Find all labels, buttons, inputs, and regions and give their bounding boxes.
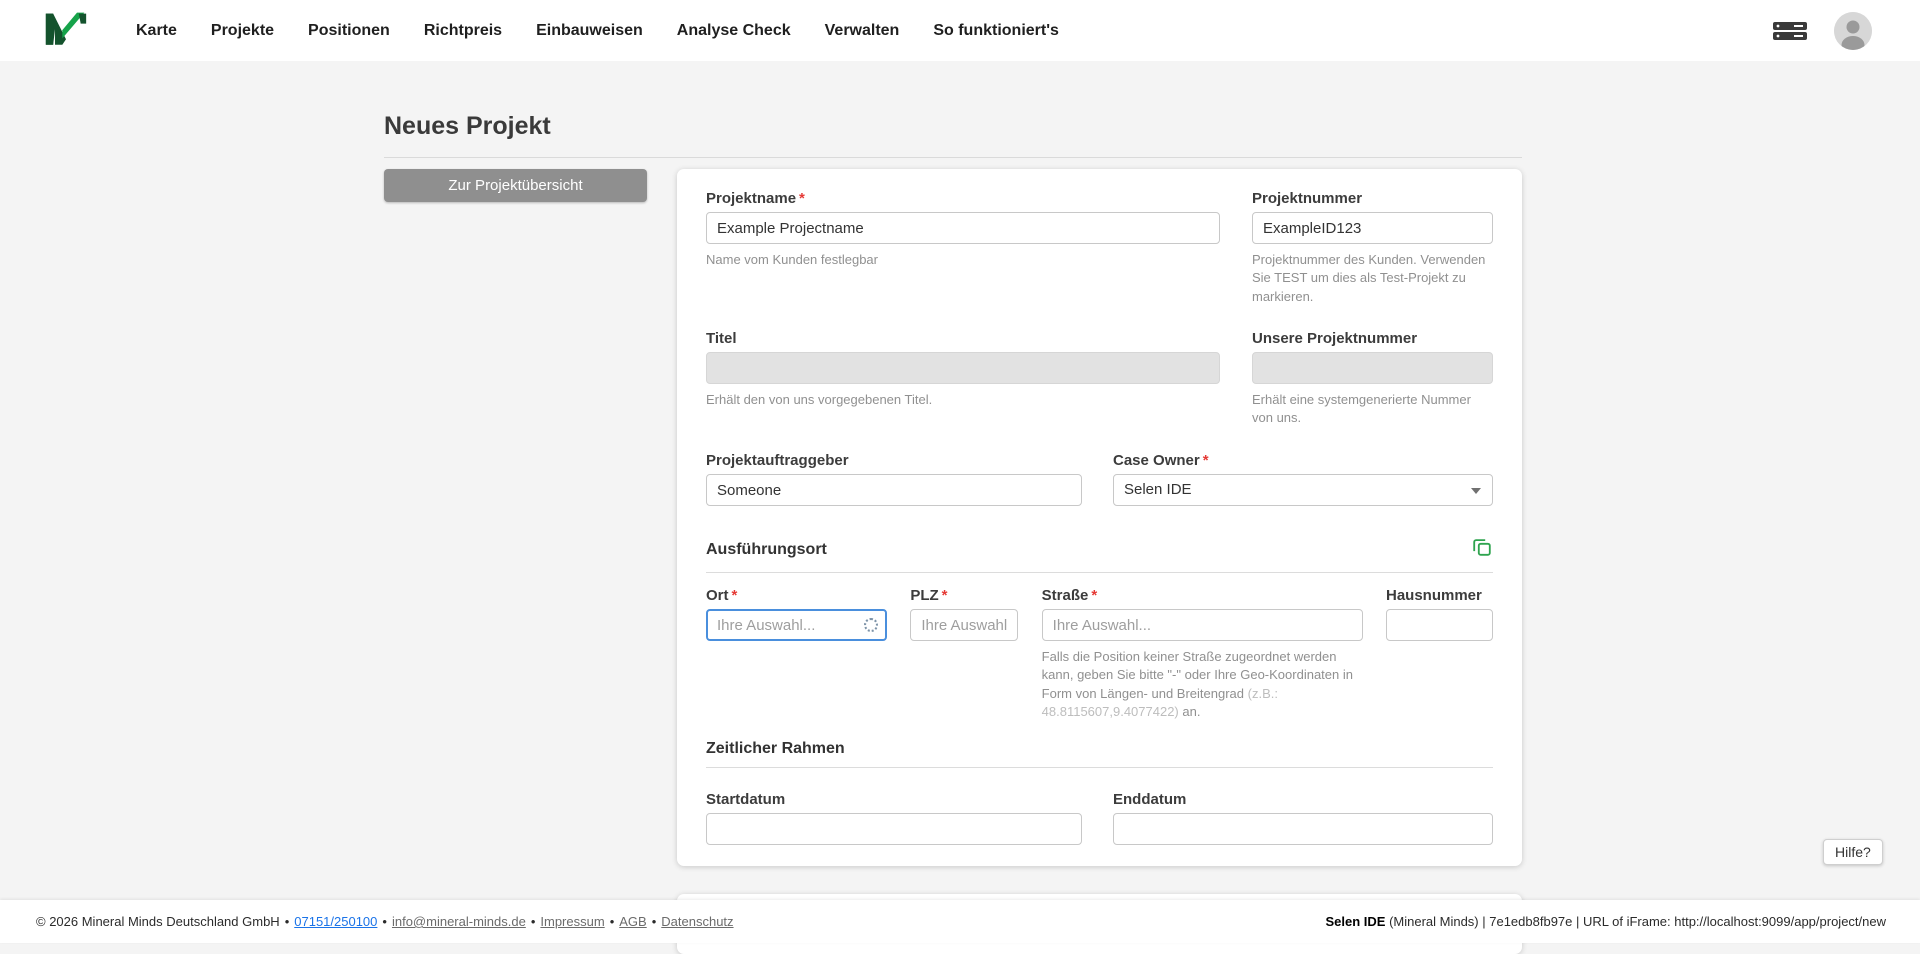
nav-item-analyse-check[interactable]: Analyse Check xyxy=(677,22,791,40)
startdatum-label: Startdatum xyxy=(706,791,1082,808)
case-owner-value: Selen IDE xyxy=(1124,481,1192,498)
titel-helper: Erhält den von uns vorgegebenen Titel. xyxy=(706,391,1220,409)
main-nav: Karte Projekte Positionen Richtpreis Ein… xyxy=(136,22,1059,40)
required-asterisk: * xyxy=(799,190,805,207)
top-navbar: Karte Projekte Positionen Richtpreis Ein… xyxy=(0,0,1920,61)
projektnummer-input[interactable] xyxy=(1252,212,1493,244)
field-strasse: Straße* Falls die Position keiner Straße… xyxy=(1042,587,1363,722)
footer-phone-link[interactable]: 07151/250100 xyxy=(294,914,377,929)
ausfuehrungsort-heading: Ausführungsort xyxy=(706,541,827,559)
loading-spinner-icon xyxy=(864,618,878,632)
titel-label: Titel xyxy=(706,330,1220,347)
nav-item-karte[interactable]: Karte xyxy=(136,22,177,40)
form-row-titel-unsere: Titel Erhält den von uns vorgegebenen Ti… xyxy=(706,330,1493,428)
footer-link-agb[interactable]: AGB xyxy=(619,914,646,929)
form-row-address: Ort* PLZ* Straße* Falls die Position kei… xyxy=(706,587,1493,722)
enddatum-input[interactable] xyxy=(1113,813,1493,845)
field-plz: PLZ* xyxy=(910,587,1018,722)
field-unsere-projektnummer: Unsere Projektnummer Erhält eine systemg… xyxy=(1252,330,1493,428)
field-case-owner: Case Owner* Selen IDE xyxy=(1113,452,1493,506)
hausnummer-input[interactable] xyxy=(1386,609,1493,641)
separator: • xyxy=(285,914,290,929)
hausnummer-label: Hausnummer xyxy=(1386,587,1493,604)
project-form-card: Projektname* Name vom Kunden festlegbar … xyxy=(677,169,1522,866)
startdatum-input[interactable] xyxy=(706,813,1082,845)
field-ort: Ort* xyxy=(706,587,887,722)
server-icon[interactable] xyxy=(1772,18,1808,44)
field-hausnummer: Hausnummer xyxy=(1386,587,1493,722)
strasse-input[interactable] xyxy=(1042,609,1363,641)
projektauftraggeber-input[interactable] xyxy=(706,474,1082,506)
unsere-projektnummer-helper: Erhält eine systemgenerierte Nummer von … xyxy=(1252,391,1493,428)
nav-item-positionen[interactable]: Positionen xyxy=(308,22,390,40)
required-asterisk: * xyxy=(1091,587,1097,604)
field-startdatum: Startdatum xyxy=(706,791,1082,845)
unsere-projektnummer-label: Unsere Projektnummer xyxy=(1252,330,1493,347)
titel-input xyxy=(706,352,1220,384)
footer-session-info: Selen IDE (Mineral Minds) | 7e1edb8fb97e… xyxy=(1325,914,1886,929)
required-asterisk: * xyxy=(1203,452,1209,469)
copyright-text: © 2026 Mineral Minds Deutschland GmbH xyxy=(36,914,280,929)
footer: © 2026 Mineral Minds Deutschland GmbH • … xyxy=(0,900,1920,943)
section-ausfuehrungsort: Ausführungsort xyxy=(706,536,1493,573)
required-asterisk: * xyxy=(732,587,738,604)
case-owner-select[interactable]: Selen IDE xyxy=(1113,474,1493,506)
footer-email-link[interactable]: info@mineral-minds.de xyxy=(392,914,526,929)
footer-user-name: Selen IDE xyxy=(1325,914,1385,929)
field-projektname: Projektname* Name vom Kunden festlegbar xyxy=(706,190,1220,306)
separator: • xyxy=(531,914,536,929)
footer-link-datenschutz[interactable]: Datenschutz xyxy=(661,914,733,929)
projektname-label: Projektname* xyxy=(706,190,1220,207)
separator: • xyxy=(652,914,657,929)
plz-input[interactable] xyxy=(910,609,1018,641)
brand-logo-icon[interactable] xyxy=(44,9,88,53)
case-owner-label: Case Owner* xyxy=(1113,452,1493,469)
field-titel: Titel Erhält den von uns vorgegebenen Ti… xyxy=(706,330,1220,428)
enddatum-label: Enddatum xyxy=(1113,791,1493,808)
field-enddatum: Enddatum xyxy=(1113,791,1493,845)
strasse-helper: Falls die Position keiner Straße zugeord… xyxy=(1042,648,1363,722)
unsere-projektnummer-input xyxy=(1252,352,1493,384)
chevron-down-icon xyxy=(1471,488,1481,494)
section-zeitlicher-rahmen: Zeitlicher Rahmen xyxy=(706,740,1493,768)
zeitlicher-rahmen-heading: Zeitlicher Rahmen xyxy=(706,740,845,758)
form-row-auftraggeber-owner: Projektauftraggeber Case Owner* Selen ID… xyxy=(706,452,1493,506)
page-title: Neues Projekt xyxy=(384,112,1522,141)
projektnummer-helper: Projektnummer des Kunden. Verwenden Sie … xyxy=(1252,251,1493,306)
field-projektauftraggeber: Projektauftraggeber xyxy=(706,452,1082,506)
nav-item-verwalten[interactable]: Verwalten xyxy=(825,22,900,40)
separator: • xyxy=(610,914,615,929)
copy-icon[interactable] xyxy=(1471,536,1493,563)
field-projektnummer: Projektnummer Projektnummer des Kunden. … xyxy=(1252,190,1493,306)
separator: • xyxy=(382,914,387,929)
nav-item-richtpreis[interactable]: Richtpreis xyxy=(424,22,502,40)
strasse-label: Straße* xyxy=(1042,587,1363,604)
projektnummer-label: Projektnummer xyxy=(1252,190,1493,207)
nav-item-einbauweisen[interactable]: Einbauweisen xyxy=(536,22,643,40)
nav-item-so-funktionierts[interactable]: So funktioniert's xyxy=(933,22,1059,40)
navbar-right xyxy=(1772,12,1872,50)
nav-item-projekte[interactable]: Projekte xyxy=(211,22,274,40)
footer-left: © 2026 Mineral Minds Deutschland GmbH • … xyxy=(36,914,734,929)
user-avatar-icon[interactable] xyxy=(1834,12,1872,50)
ort-input[interactable] xyxy=(706,609,887,641)
form-row-dates: Startdatum Enddatum xyxy=(706,791,1493,845)
page-header: Neues Projekt xyxy=(384,112,1522,158)
projektname-helper: Name vom Kunden festlegbar xyxy=(706,251,1220,269)
required-asterisk: * xyxy=(942,587,948,604)
back-to-project-overview-button[interactable]: Zur Projektübersicht xyxy=(384,169,647,202)
form-row-name-number: Projektname* Name vom Kunden festlegbar … xyxy=(706,190,1493,306)
projektauftraggeber-label: Projektauftraggeber xyxy=(706,452,1082,469)
plz-label: PLZ* xyxy=(910,587,1018,604)
ort-label: Ort* xyxy=(706,587,887,604)
footer-session-text: (Mineral Minds) | 7e1edb8fb97e | URL of … xyxy=(1385,914,1886,929)
projektname-input[interactable] xyxy=(706,212,1220,244)
help-button[interactable]: Hilfe? xyxy=(1823,839,1883,865)
footer-link-impressum[interactable]: Impressum xyxy=(540,914,604,929)
